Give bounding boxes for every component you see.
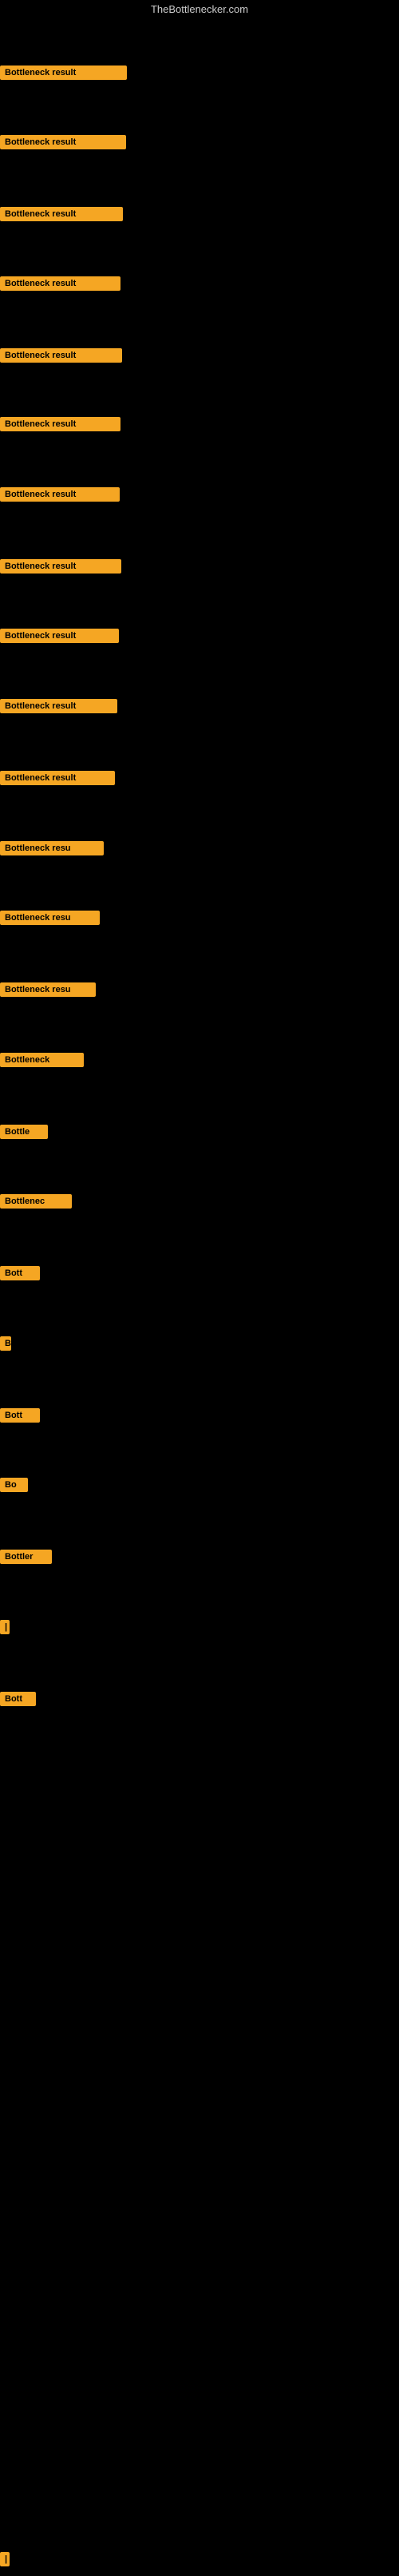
bottleneck-result-item[interactable]: Bottleneck resu	[0, 841, 104, 859]
bottleneck-result-item[interactable]: Bottleneck result	[0, 135, 126, 153]
bottleneck-result-item[interactable]: Bottleneck result	[0, 487, 120, 506]
bottleneck-result-item[interactable]: Bott	[0, 1408, 40, 1427]
bottleneck-badge: |	[0, 1620, 10, 1634]
bottleneck-badge: Bottleneck result	[0, 699, 117, 713]
bottleneck-badge: Bott	[0, 1692, 36, 1706]
bottleneck-result-item[interactable]: Bottleneck result	[0, 771, 115, 789]
bottleneck-badge: Bottleneck result	[0, 771, 115, 785]
bottleneck-result-item[interactable]: B	[0, 1336, 11, 1355]
bottleneck-result-item[interactable]: Bottler	[0, 1550, 52, 1568]
bottleneck-result-item[interactable]: Bottle	[0, 1125, 48, 1143]
bottleneck-badge: Bott	[0, 1266, 40, 1280]
bottleneck-result-item[interactable]: |	[0, 1620, 10, 1638]
bottleneck-result-item[interactable]: Bottleneck result	[0, 699, 117, 717]
bottleneck-result-item[interactable]: Bottleneck result	[0, 417, 120, 435]
bottleneck-badge: Bottleneck resu	[0, 982, 96, 997]
bottleneck-badge: Bottle	[0, 1125, 48, 1139]
bottleneck-badge: Bottler	[0, 1550, 52, 1564]
bottleneck-badge: Bottleneck result	[0, 276, 120, 291]
bottleneck-result-item[interactable]: Bottleneck result	[0, 207, 123, 225]
bottleneck-badge: Bottleneck result	[0, 135, 126, 149]
bottleneck-result-item[interactable]: Bottleneck resu	[0, 911, 100, 929]
bottleneck-badge: Bottlenec	[0, 1194, 72, 1209]
bottleneck-result-item[interactable]: |	[0, 2552, 10, 2570]
site-title: TheBottlenecker.com	[0, 0, 399, 20]
bottleneck-result-item[interactable]: Bott	[0, 1266, 40, 1284]
bottleneck-badge: Bott	[0, 1408, 40, 1423]
bottleneck-badge: Bottleneck resu	[0, 911, 100, 925]
bottleneck-result-item[interactable]: Bottleneck result	[0, 276, 120, 295]
bottleneck-badge: Bottleneck result	[0, 348, 122, 363]
bottleneck-badge: Bottleneck	[0, 1053, 84, 1067]
bottleneck-result-item[interactable]: Bottleneck result	[0, 629, 119, 647]
bottleneck-result-item[interactable]: Bottleneck resu	[0, 982, 96, 1001]
bottleneck-result-item[interactable]: Bo	[0, 1478, 28, 1496]
bottleneck-result-item[interactable]: Bottleneck result	[0, 559, 121, 578]
bottleneck-badge: Bottleneck resu	[0, 841, 104, 855]
bottleneck-badge: Bo	[0, 1478, 28, 1492]
bottleneck-badge: Bottleneck result	[0, 487, 120, 502]
bottleneck-badge: |	[0, 2552, 10, 2566]
bottleneck-result-item[interactable]: Bott	[0, 1692, 36, 1710]
bottleneck-result-item[interactable]: Bottlenec	[0, 1194, 72, 1213]
bottleneck-badge: Bottleneck result	[0, 207, 123, 221]
bottleneck-result-item[interactable]: Bottleneck	[0, 1053, 84, 1071]
bottleneck-badge: Bottleneck result	[0, 559, 121, 574]
bottleneck-badge: B	[0, 1336, 11, 1351]
bottleneck-badge: Bottleneck result	[0, 65, 127, 80]
bottleneck-badge: Bottleneck result	[0, 417, 120, 431]
bottleneck-result-item[interactable]: Bottleneck result	[0, 65, 127, 84]
bottleneck-badge: Bottleneck result	[0, 629, 119, 643]
bottleneck-result-item[interactable]: Bottleneck result	[0, 348, 122, 367]
